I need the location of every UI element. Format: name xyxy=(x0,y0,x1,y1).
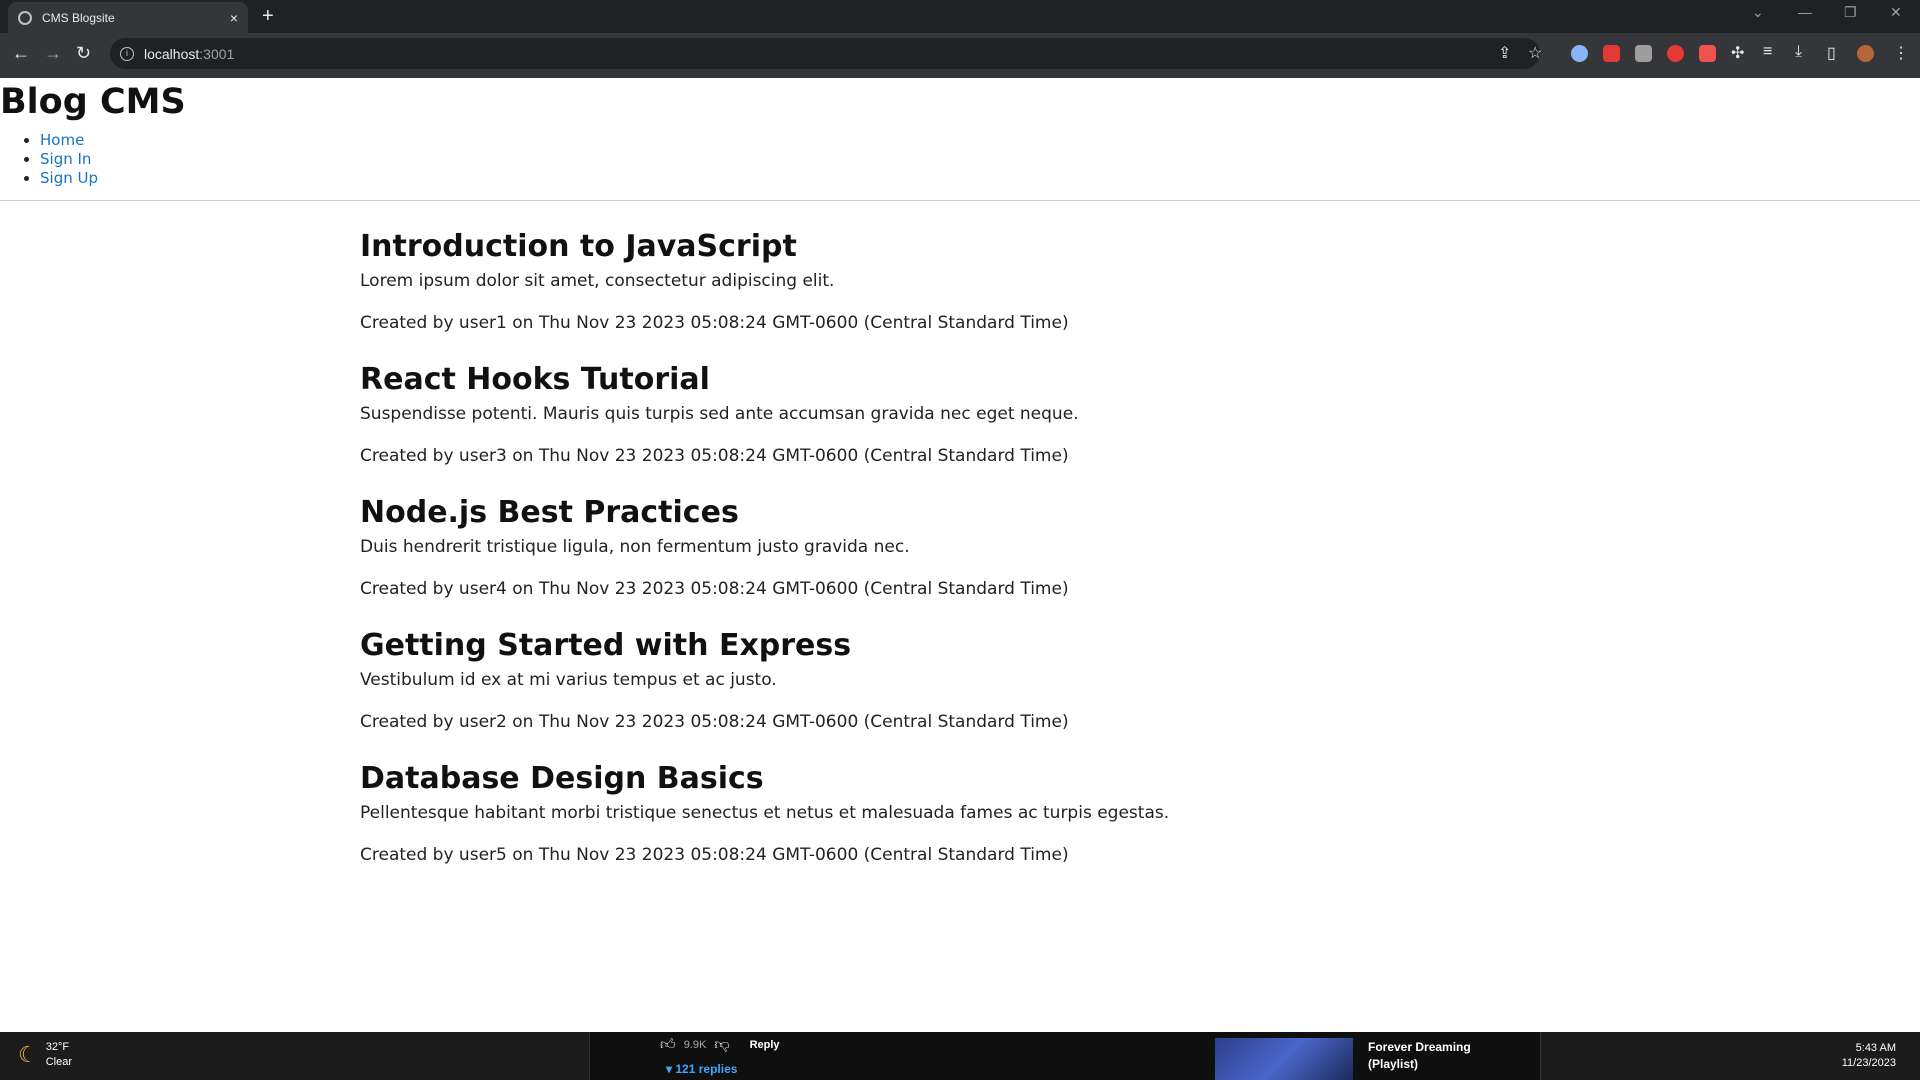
post-meta: Created by user1 on Thu Nov 23 2023 05:0… xyxy=(360,313,1069,333)
post-title: Node.js Best Practices xyxy=(360,495,739,530)
clock-date: 11/23/2023 xyxy=(1841,1057,1896,1069)
profile-avatar[interactable] xyxy=(1857,45,1874,62)
post-list: Introduction to JavaScript Lorem ipsum d… xyxy=(360,228,1560,893)
forward-button[interactable]: → xyxy=(44,42,62,64)
tab-strip: CMS Blogsite × + ⌄ — ❐ ✕ xyxy=(0,0,1920,33)
extension-tp-icon[interactable] xyxy=(1603,45,1620,62)
close-window-button[interactable]: ✕ xyxy=(1890,4,1902,21)
replies-toggle[interactable]: ▾ 121 replies xyxy=(666,1062,737,1076)
reply-button[interactable]: Reply xyxy=(750,1039,780,1051)
download-icon[interactable]: ⤓ xyxy=(1795,43,1802,61)
system-clock[interactable]: 5:43 AM 11/23/2023 xyxy=(1842,1041,1896,1071)
taskbar: ☾ 32°F Clear 👍︎ 9.9K 👎︎ Reply ▾ 121 repl… xyxy=(0,1032,1920,1080)
replies-count: 121 replies xyxy=(675,1062,738,1076)
post-body: Lorem ipsum dolor sit amet, consectetur … xyxy=(360,271,835,291)
playlist-thumbnail[interactable] xyxy=(1215,1038,1353,1080)
post-item: Introduction to JavaScript Lorem ipsum d… xyxy=(360,228,1560,361)
thumbs-up-icon[interactable]: 👍︎ xyxy=(660,1036,676,1054)
post-body: Vestibulum id ex at mi varius tempus et … xyxy=(360,670,777,690)
playlist-title-line1: Forever Dreaming xyxy=(1368,1040,1471,1054)
playlist-title[interactable]: Forever Dreaming (Playlist) xyxy=(1368,1039,1471,1073)
thumbs-down-icon[interactable]: 👎︎ xyxy=(714,1036,729,1054)
post-body: Suspendisse potenti. Mauris quis turpis … xyxy=(360,404,1079,424)
post-title: Introduction to JavaScript xyxy=(360,229,797,264)
tab-cms-blogsite[interactable]: CMS Blogsite × xyxy=(8,2,248,33)
browser-toolbar: ← → ↻ i localhost :3001 ⇪ ☆ ✣ ≡ ⤓ ▯ ⋮ xyxy=(0,33,1920,75)
caret-down-icon: ▾ xyxy=(666,1062,673,1076)
url-port: :3001 xyxy=(199,45,235,62)
nav-item-sign-up: Sign Up xyxy=(40,169,98,188)
more-menu-icon[interactable]: ⋮ xyxy=(1893,43,1909,63)
nav-item-sign-in: Sign In xyxy=(40,150,98,169)
tab-title: CMS Blogsite xyxy=(42,10,115,25)
page-viewport: Blog CMS Home Sign In Sign Up Introducti… xyxy=(0,78,1920,1032)
tab-close-button[interactable]: × xyxy=(230,10,238,26)
reload-button[interactable]: ↻ xyxy=(76,42,91,64)
post-meta: Created by user2 on Thu Nov 23 2023 05:0… xyxy=(360,712,1069,732)
extension-search-icon[interactable] xyxy=(1571,45,1588,62)
post-meta: Created by user5 on Thu Nov 23 2023 05:0… xyxy=(360,845,1069,865)
nav-link-sign-in[interactable]: Sign In xyxy=(40,150,91,168)
side-panel-icon[interactable]: ▯ xyxy=(1827,43,1836,63)
post-item: Node.js Best Practices Duis hendrerit tr… xyxy=(360,494,1560,627)
site-info-icon[interactable]: i xyxy=(120,46,134,61)
like-count: 9.9K xyxy=(683,1039,707,1051)
post-item: React Hooks Tutorial Suspendisse potenti… xyxy=(360,361,1560,494)
nav-link-home[interactable]: Home xyxy=(40,131,84,149)
post-title: React Hooks Tutorial xyxy=(360,362,710,397)
post-meta: Created by user4 on Thu Nov 23 2023 05:0… xyxy=(360,579,1069,599)
new-tab-button[interactable]: + xyxy=(262,5,274,27)
nav-item-home: Home xyxy=(40,131,98,150)
site-nav: Home Sign In Sign Up xyxy=(40,131,98,188)
globe-icon xyxy=(18,10,32,25)
weather-widget[interactable]: ☾ 32°F Clear xyxy=(18,1040,72,1070)
address-bar[interactable]: i localhost :3001 xyxy=(110,38,1540,69)
post-meta: Created by user3 on Thu Nov 23 2023 05:0… xyxy=(360,446,1069,466)
restore-button[interactable]: ❐ xyxy=(1844,4,1857,21)
nav-link-sign-up[interactable]: Sign Up xyxy=(40,169,98,187)
header-divider xyxy=(0,200,1920,201)
post-title: Database Design Basics xyxy=(360,761,764,796)
media-queue-icon[interactable]: ≡ xyxy=(1763,43,1772,61)
clock-time: 5:43 AM xyxy=(1855,1042,1896,1054)
tab-search-icon[interactable]: ⌄ xyxy=(1752,4,1764,21)
url-host: localhost xyxy=(144,45,200,62)
weather-temperature: 32°F xyxy=(45,1041,70,1053)
extensions-puzzle-icon[interactable]: ✣ xyxy=(1731,43,1744,63)
site-title: Blog CMS xyxy=(0,82,186,122)
extension-stop-icon[interactable] xyxy=(1667,45,1684,62)
post-body: Duis hendrerit tristique ligula, non fer… xyxy=(360,537,910,557)
post-item: Database Design Basics Pellentesque habi… xyxy=(360,760,1560,893)
moon-icon: ☾ xyxy=(18,1042,38,1067)
media-preview-panel: 👍︎ 9.9K 👎︎ Reply ▾ 121 replies Forever D… xyxy=(589,1032,1541,1080)
extension-video-icon[interactable] xyxy=(1699,45,1716,62)
bookmark-star-icon[interactable]: ☆ xyxy=(1528,43,1542,63)
weather-condition: Clear xyxy=(45,1056,73,1068)
extension-k-icon[interactable] xyxy=(1635,45,1652,62)
post-title: Getting Started with Express xyxy=(360,628,852,663)
post-item: Getting Started with Express Vestibulum … xyxy=(360,627,1560,760)
back-button[interactable]: ← xyxy=(12,42,30,64)
playlist-title-line2: (Playlist) xyxy=(1368,1057,1419,1071)
share-icon[interactable]: ⇪ xyxy=(1498,43,1511,63)
minimize-button[interactable]: — xyxy=(1798,4,1812,20)
post-body: Pellentesque habitant morbi tristique se… xyxy=(360,803,1170,823)
